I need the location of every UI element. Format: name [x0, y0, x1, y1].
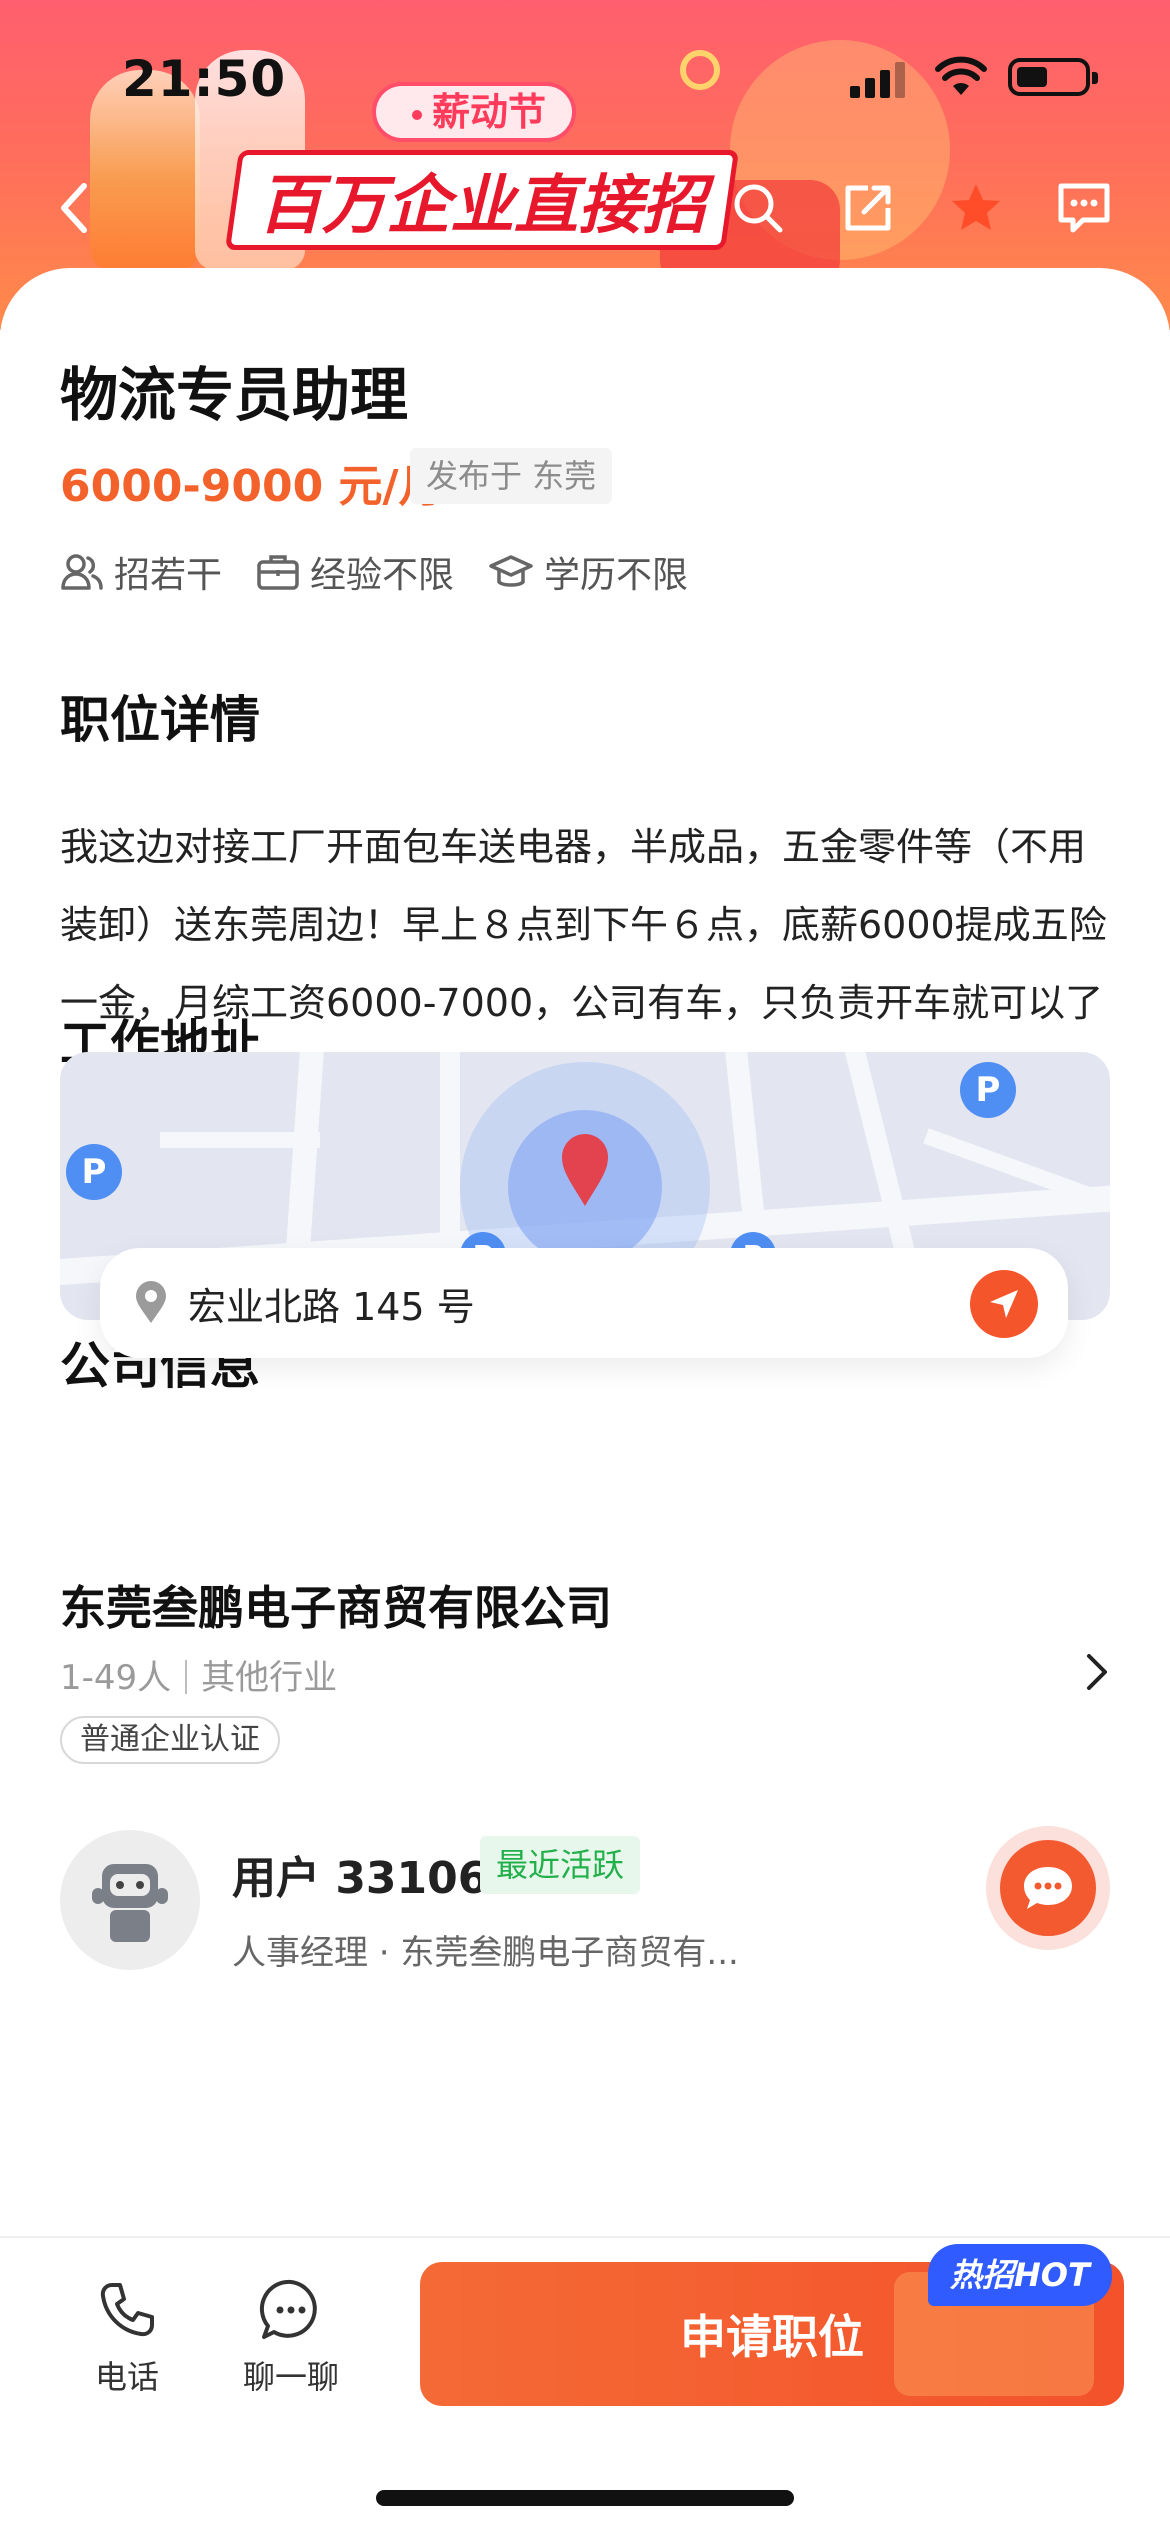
favorite-button[interactable]	[946, 178, 1006, 238]
chevron-right-icon[interactable]	[1084, 1652, 1110, 1692]
hot-badge: 热招HOT	[928, 2244, 1112, 2306]
briefcase-icon	[257, 555, 299, 590]
phone-label: 电话	[94, 2358, 159, 2396]
publish-location-tag: 发布于 东莞	[410, 448, 613, 504]
location-icon	[136, 1281, 166, 1323]
recruiter-name: 用户 33106	[232, 1853, 489, 1904]
star-icon	[952, 184, 1000, 230]
tag-label: 招若干	[114, 555, 223, 596]
tag-label: 经验不限	[310, 555, 455, 596]
phone-icon	[100, 2283, 154, 2337]
back-button[interactable]	[44, 178, 104, 238]
search-icon	[734, 184, 783, 233]
chat-button[interactable]: 聊一聊	[216, 2268, 366, 2398]
search-button[interactable]	[728, 178, 788, 238]
tag-headcount: 招若干	[60, 546, 222, 598]
job-title: 物流专员助理	[60, 361, 409, 429]
status-time: 21:50	[122, 50, 287, 108]
parking-icon: P	[66, 1144, 122, 1200]
chevron-left-icon	[61, 183, 87, 233]
status-bar: 21:50	[0, 0, 1170, 150]
verification-badge: 普通企业认证	[60, 1716, 280, 1764]
active-status-badge: 最近活跃	[480, 1836, 641, 1894]
navigate-button[interactable]	[970, 1270, 1038, 1338]
banner-title-text: 百万企业直接招	[258, 169, 706, 243]
company-meta: 1-49人 其他行业	[60, 1650, 337, 1699]
battery-icon	[1008, 58, 1098, 96]
tag-education: 学历不限	[488, 546, 688, 598]
chat-fab-button[interactable]	[986, 1826, 1110, 1950]
address-card[interactable]: 宏业北路 145 号	[100, 1248, 1068, 1358]
chat-bubble-icon	[1024, 1867, 1072, 1909]
tag-experience: 经验不限	[256, 546, 454, 598]
address-text: 宏业北路 145 号	[188, 1284, 475, 1329]
message-icon	[1058, 183, 1110, 233]
location-pin-icon	[562, 1134, 608, 1206]
chat-label: 聊一聊	[242, 2358, 339, 2396]
share-icon	[845, 185, 891, 231]
apply-label: 申请职位	[680, 2310, 864, 2364]
salary: 6000-9000 元/月	[60, 461, 443, 512]
robot-avatar-icon	[92, 1864, 168, 1942]
details-heading: 职位详情	[60, 691, 260, 749]
phone-button[interactable]: 电话	[52, 2268, 202, 2398]
job-requirements: 招若干 经验不限 学历不限	[60, 546, 722, 598]
home-indicator	[376, 2490, 794, 2506]
recruiter-role: 人事经理 · 东莞叁鹏电子商贸有...	[232, 1933, 739, 1973]
graduation-cap-icon	[489, 555, 533, 587]
navigation-arrow-icon	[990, 1290, 1018, 1318]
wifi-icon	[935, 56, 987, 95]
company-name[interactable]: 东莞叁鹏电子商贸有限公司	[60, 1572, 612, 1638]
tag-label: 学历不限	[544, 555, 689, 596]
message-button[interactable]	[1054, 178, 1114, 238]
avatar[interactable]	[60, 1830, 200, 1970]
cellular-signal-icon	[850, 62, 908, 98]
banner-title: 百万企业直接招	[224, 150, 740, 250]
company-size: 1-49人	[60, 1658, 172, 1698]
company-industry: 其他行业	[201, 1658, 338, 1698]
share-button[interactable]	[838, 178, 898, 238]
people-icon	[61, 554, 103, 590]
chat-icon	[259, 2279, 317, 2339]
parking-icon: P	[960, 1062, 1016, 1118]
